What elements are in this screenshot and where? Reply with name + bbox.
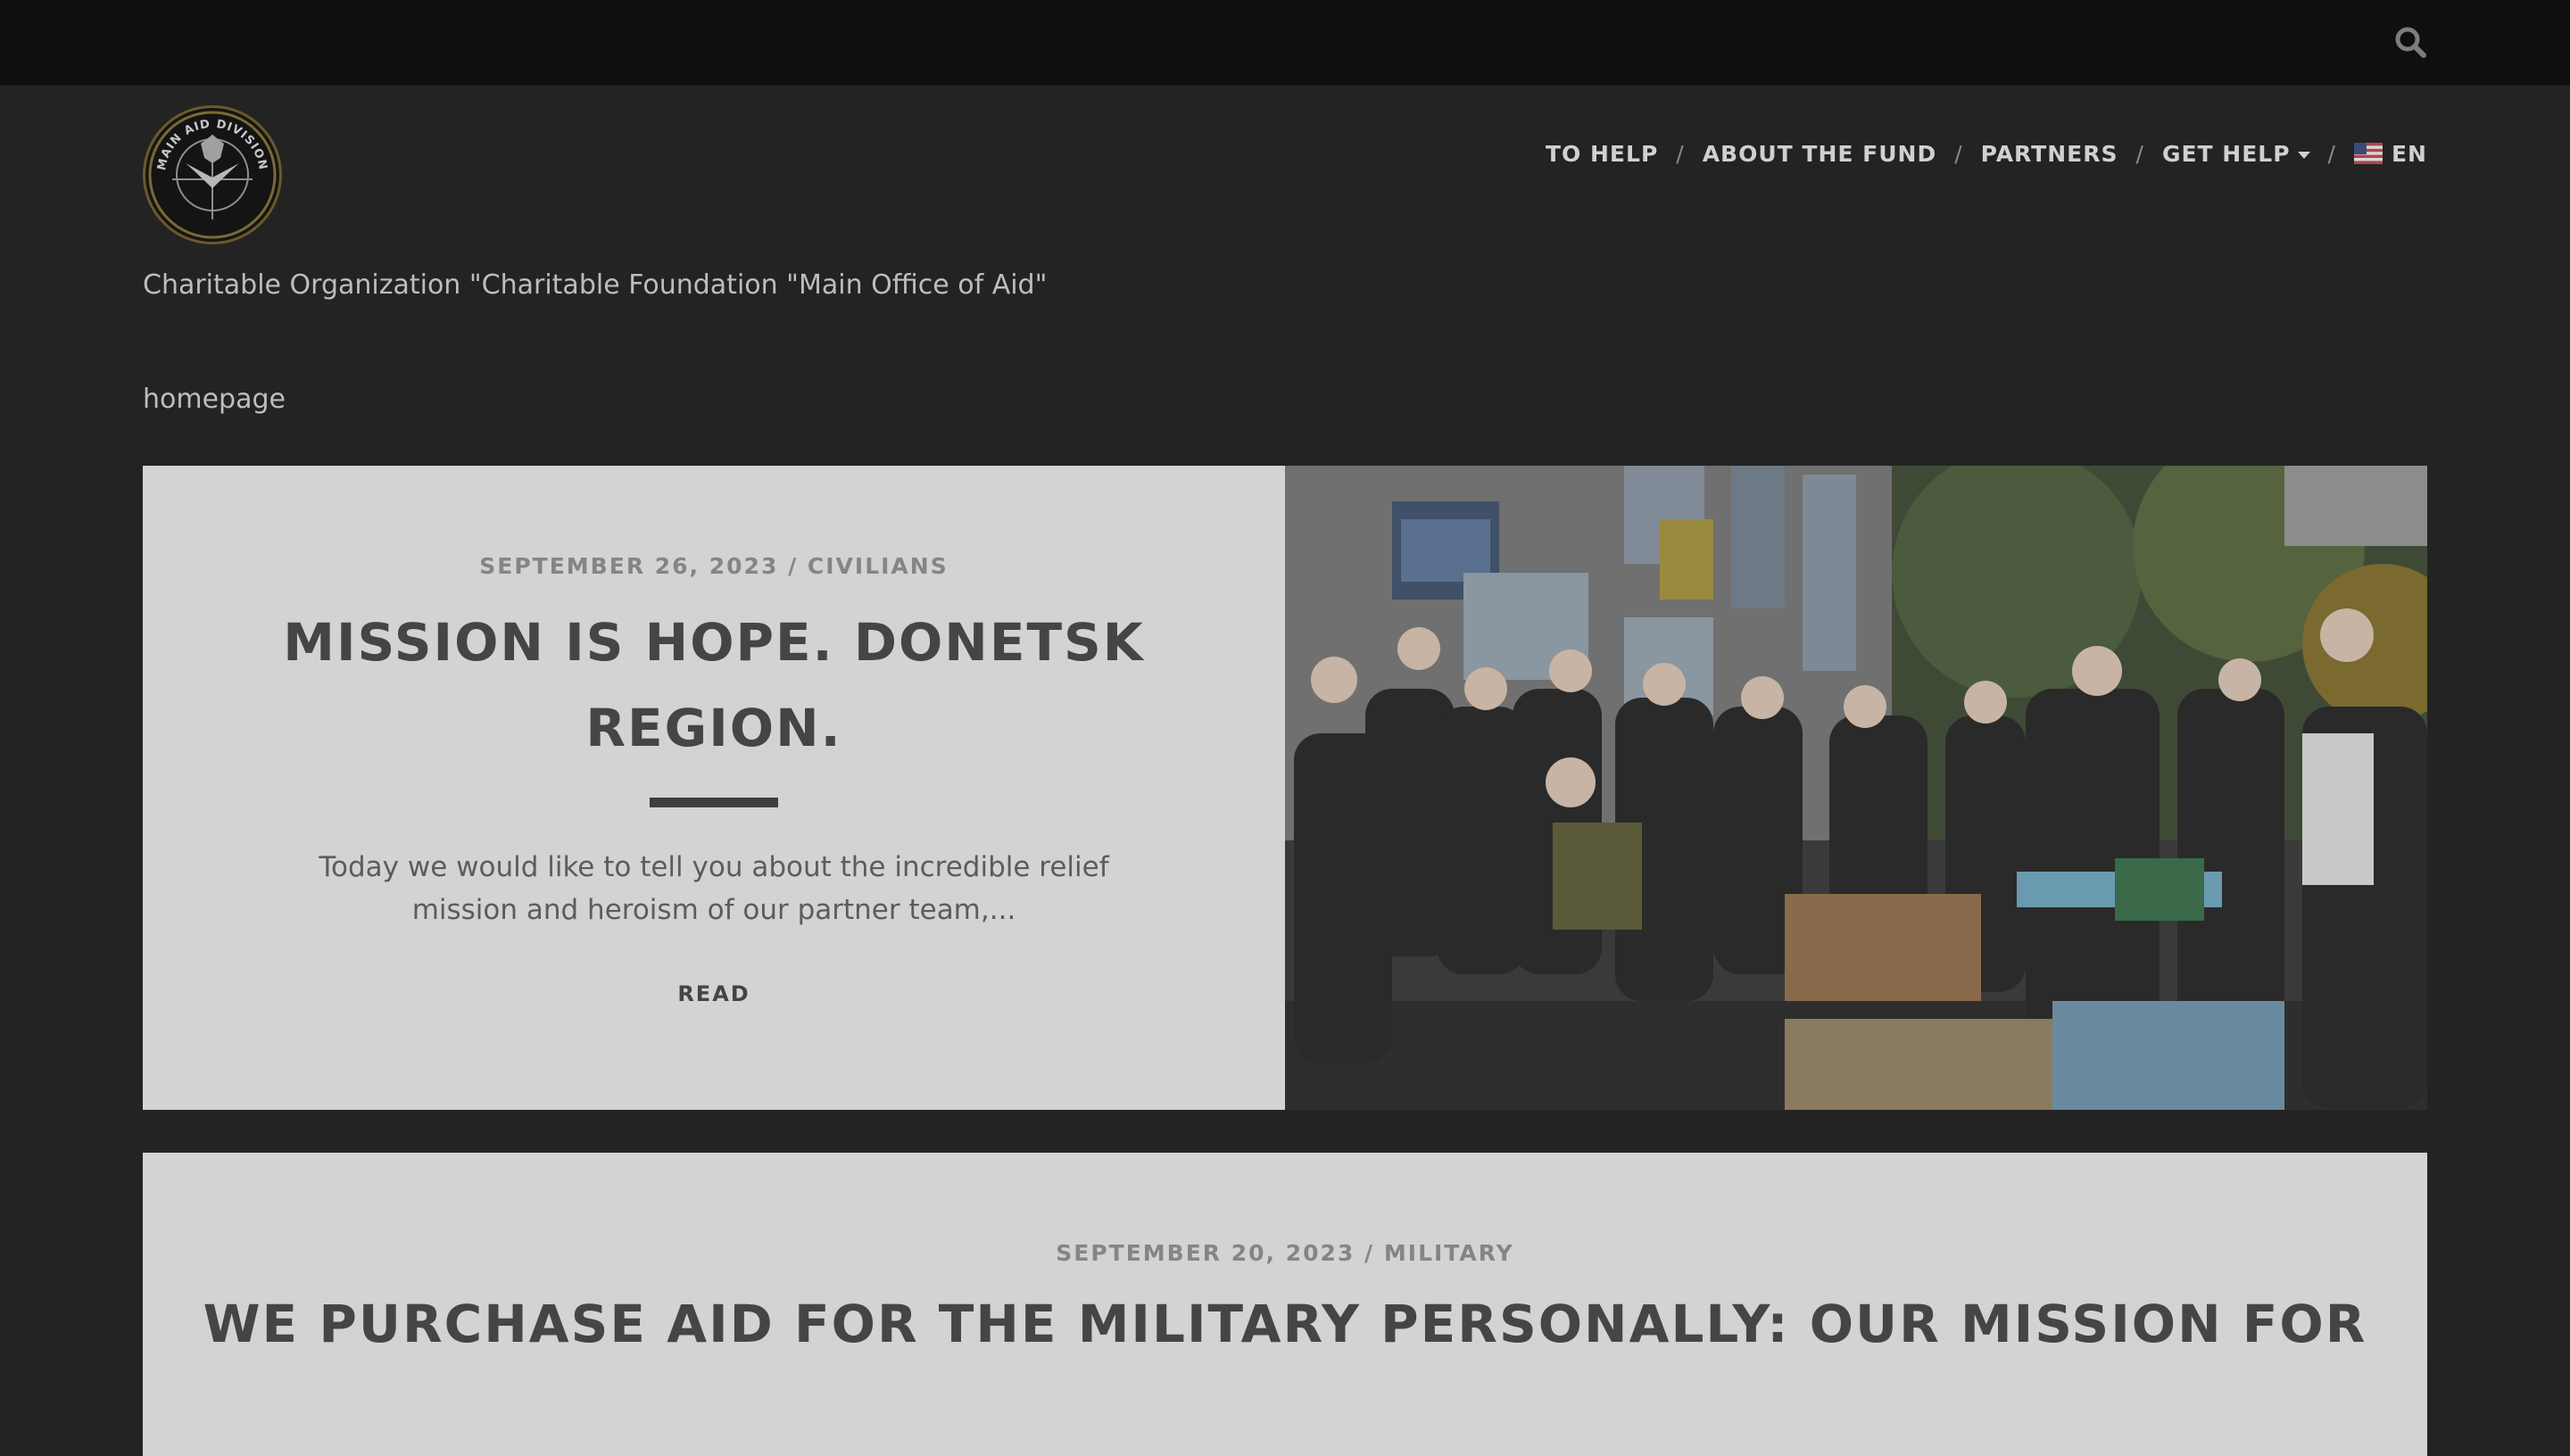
- site-logo[interactable]: MAIN AID DIVISION: [143, 105, 282, 244]
- nav-item-to-help[interactable]: TO HELP: [1546, 141, 1658, 167]
- emblem-icon: MAIN AID DIVISION: [148, 111, 277, 239]
- post-category[interactable]: CIVILIANS: [808, 553, 949, 579]
- post-meta: SEPTEMBER 20, 2023 / MILITARY: [143, 1240, 2427, 1266]
- post-title[interactable]: MISSION IS HOPE. DONETSK REGION.: [250, 600, 1178, 771]
- main-nav: TO HELP / ABOUT THE FUND / PARTNERS / GE…: [1546, 136, 2427, 171]
- post-date: SEPTEMBER 26, 2023: [479, 553, 779, 579]
- post-title[interactable]: WE PURCHASE AID FOR THE MILITARY PERSONA…: [143, 1281, 2427, 1367]
- nav-item-about-the-fund[interactable]: ABOUT THE FUND: [1703, 141, 1937, 167]
- nav-separator: /: [2135, 140, 2144, 167]
- language-switcher[interactable]: EN: [2353, 140, 2427, 167]
- post-date: SEPTEMBER 20, 2023: [1056, 1240, 1355, 1266]
- nav-item-partners[interactable]: PARTNERS: [1981, 141, 2118, 167]
- meta-separator: /: [788, 553, 808, 579]
- title-divider: [650, 798, 778, 807]
- post-category[interactable]: MILITARY: [1384, 1240, 1514, 1266]
- post-photo[interactable]: [1285, 466, 2427, 1110]
- meta-separator: /: [1364, 1240, 1384, 1266]
- nav-item-get-help-label: GET HELP: [2161, 140, 2291, 167]
- top-bar: [0, 0, 2570, 86]
- post-text-panel: SEPTEMBER 26, 2023 / CIVILIANS MISSION I…: [143, 466, 1285, 1110]
- nav-separator: /: [1954, 140, 1963, 167]
- nav-separator: /: [2327, 140, 2336, 167]
- post-card: SEPTEMBER 20, 2023 / MILITARY WE PURCHAS…: [143, 1153, 2427, 1456]
- us-flag-icon: [2353, 142, 2383, 164]
- post-excerpt: Today we would like to tell you about th…: [319, 851, 1109, 926]
- group-photo-image: [1285, 466, 2427, 1110]
- language-label: EN: [2391, 140, 2427, 167]
- nav-separator: /: [1676, 140, 1685, 167]
- page-content: MAIN AID DIVISION TO HELP / ABOUT THE FU…: [0, 86, 2570, 1456]
- nav-item-get-help[interactable]: GET HELP: [2162, 141, 2310, 167]
- post-card: SEPTEMBER 26, 2023 / CIVILIANS MISSION I…: [143, 466, 2427, 1110]
- org-name: Charitable Organization "Charitable Foun…: [143, 269, 1048, 301]
- breadcrumb[interactable]: homepage: [143, 384, 286, 415]
- post-meta: SEPTEMBER 26, 2023 / CIVILIANS: [143, 553, 1285, 579]
- chevron-down-icon: [2297, 151, 2310, 159]
- search-icon[interactable]: [2392, 23, 2431, 62]
- read-button[interactable]: READ: [143, 981, 1285, 1006]
